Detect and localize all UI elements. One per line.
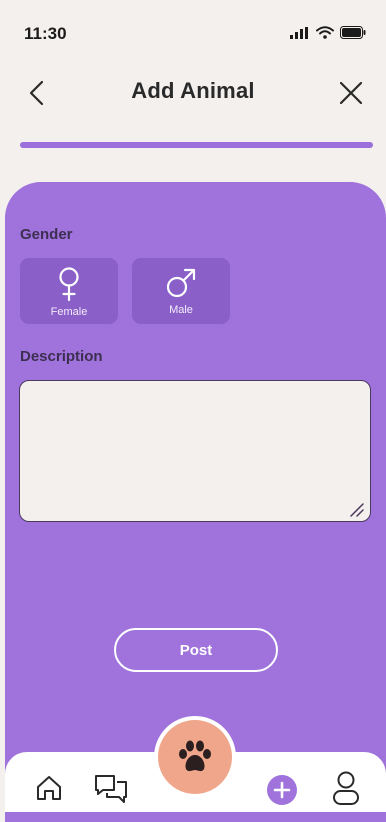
- status-time: 11:30: [24, 24, 67, 43]
- battery-icon: [340, 26, 366, 39]
- paw-icon: [179, 740, 211, 772]
- signal-icon: [290, 26, 308, 39]
- page-title: Add Animal: [131, 78, 255, 103]
- male-symbol-icon: [166, 268, 196, 298]
- gender-option-male[interactable]: Male: [132, 258, 230, 324]
- gender-label: Gender: [20, 226, 73, 243]
- wifi-icon: [316, 26, 334, 39]
- chat-icon: [95, 775, 127, 803]
- progress-bar: [20, 142, 373, 148]
- description-input[interactable]: [19, 380, 371, 522]
- header: Add Animal: [0, 70, 386, 118]
- gender-option-label: Female: [50, 306, 88, 318]
- status-bar: 11:30: [0, 0, 386, 62]
- nav-profile[interactable]: [331, 770, 361, 811]
- description-label: Description: [20, 348, 103, 365]
- nav-add[interactable]: [266, 774, 298, 811]
- close-button[interactable]: [336, 78, 366, 108]
- nav-home[interactable]: [35, 774, 63, 807]
- nav-chat[interactable]: [93, 772, 129, 811]
- paw-button-inner: [158, 720, 232, 794]
- status-icons: [290, 26, 366, 39]
- close-icon: [339, 81, 363, 105]
- home-icon: [37, 776, 61, 800]
- add-icon: [267, 775, 297, 805]
- resize-handle-icon[interactable]: [347, 500, 365, 518]
- profile-icon: [333, 771, 359, 805]
- gender-option-female[interactable]: Female: [20, 258, 118, 324]
- progress-fill: [20, 142, 373, 148]
- female-symbol-icon: [59, 267, 79, 302]
- paw-button[interactable]: [154, 716, 236, 798]
- post-button[interactable]: Post: [114, 628, 278, 672]
- gender-option-label: Male: [169, 304, 193, 316]
